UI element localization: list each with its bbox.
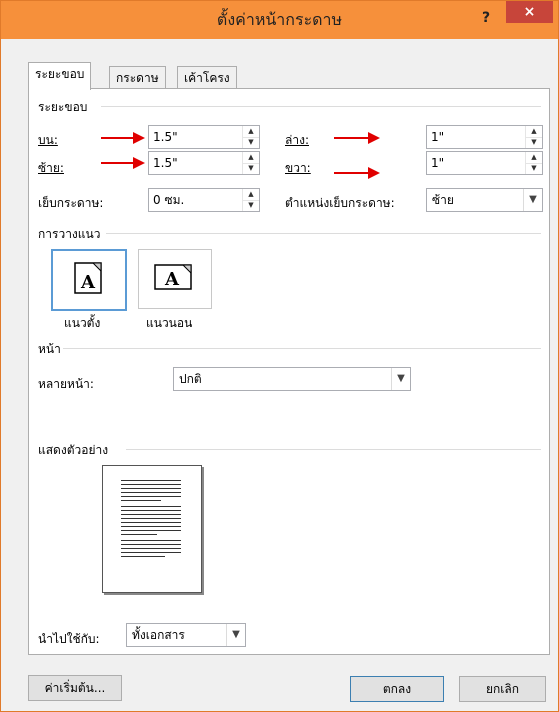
- left-margin-label: ซ้าย:: [38, 161, 64, 175]
- annotation-arrow-icon: [101, 132, 145, 144]
- tab-margins[interactable]: ระยะขอบ: [28, 62, 92, 90]
- gutter-label: เย็บกระดาษ:: [38, 196, 104, 210]
- multiple-pages-label: หลายหน้า:: [38, 377, 94, 391]
- apply-to-select[interactable]: ทั้งเอกสาร ▼: [126, 623, 246, 647]
- portrait-option[interactable]: A: [51, 249, 127, 311]
- spin-down-icon[interactable]: ▼: [243, 163, 259, 174]
- spin-down-icon[interactable]: ▼: [243, 200, 259, 211]
- right-margin-value: 1": [431, 156, 445, 170]
- help-button[interactable]: ?: [471, 6, 501, 30]
- multiple-pages-value: ปกติ: [179, 372, 202, 386]
- divider: [126, 449, 541, 450]
- chevron-down-icon[interactable]: ▼: [523, 189, 542, 211]
- top-margin-label: บน:: [38, 133, 58, 147]
- page-preview: [102, 465, 202, 593]
- portrait-icon-letter: A: [80, 272, 96, 293]
- gutter-position-label: ตำแหน่งเย็บกระดาษ:: [285, 196, 395, 210]
- tab-paper[interactable]: กระดาษ: [109, 66, 166, 89]
- close-button[interactable]: ×: [506, 1, 553, 23]
- set-default-button[interactable]: ค่าเริ่มต้น...: [28, 675, 122, 701]
- portrait-label: แนวตั้ง: [64, 316, 101, 330]
- multiple-pages-select[interactable]: ปกติ ▼: [173, 367, 411, 391]
- margins-section-title: ระยะขอบ: [38, 100, 88, 114]
- right-margin-spinner[interactable]: 1" ▲ ▼: [426, 151, 543, 175]
- bottom-margin-value: 1": [431, 130, 445, 144]
- orientation-section-title: การวางแนว: [38, 227, 101, 241]
- gutter-spinner[interactable]: 0 ซม. ▲ ▼: [148, 188, 260, 212]
- landscape-option[interactable]: A: [138, 249, 212, 309]
- top-margin-spinner[interactable]: 1.5" ▲ ▼: [148, 125, 260, 149]
- annotation-arrow-icon: [334, 132, 380, 144]
- divider: [106, 233, 541, 234]
- landscape-icon: A: [154, 264, 192, 290]
- bottom-margin-spinner[interactable]: 1" ▲ ▼: [426, 125, 543, 149]
- apply-to-label: นำไปใช้กับ:: [38, 632, 100, 646]
- chevron-down-icon[interactable]: ▼: [391, 368, 410, 390]
- right-margin-label: ขวา:: [285, 161, 311, 175]
- left-margin-spinner[interactable]: 1.5" ▲ ▼: [148, 151, 260, 175]
- tab-layout[interactable]: เค้าโครง: [177, 66, 237, 89]
- ok-button[interactable]: ตกลง: [350, 676, 444, 702]
- portrait-icon: A: [74, 262, 102, 294]
- landscape-icon-letter: A: [164, 269, 180, 290]
- left-margin-value: 1.5": [153, 156, 178, 170]
- annotation-arrow-icon: [101, 157, 145, 169]
- page-setup-dialog: ตั้งค่าหน้ากระดาษ ? × ระยะขอบ กระดาษ เค้…: [0, 0, 559, 712]
- spin-down-icon[interactable]: ▼: [526, 163, 542, 174]
- top-margin-value: 1.5": [153, 130, 178, 144]
- annotation-arrow-icon: [334, 167, 380, 179]
- divider: [101, 106, 541, 107]
- spin-down-icon[interactable]: ▼: [526, 137, 542, 148]
- chevron-down-icon[interactable]: ▼: [226, 624, 245, 646]
- spin-down-icon[interactable]: ▼: [243, 137, 259, 148]
- preview-section-title: แสดงตัวอย่าง: [38, 443, 109, 457]
- bottom-margin-label: ล่าง:: [285, 133, 309, 147]
- gutter-value: 0 ซม.: [153, 193, 185, 207]
- divider: [63, 348, 541, 349]
- pages-section-title: หน้า: [38, 342, 61, 356]
- gutter-position-value: ซ้าย: [432, 193, 454, 207]
- gutter-position-select[interactable]: ซ้าย ▼: [426, 188, 543, 212]
- landscape-label: แนวนอน: [146, 316, 193, 330]
- cancel-button[interactable]: ยกเลิก: [459, 676, 546, 702]
- apply-to-value: ทั้งเอกสาร: [132, 628, 185, 642]
